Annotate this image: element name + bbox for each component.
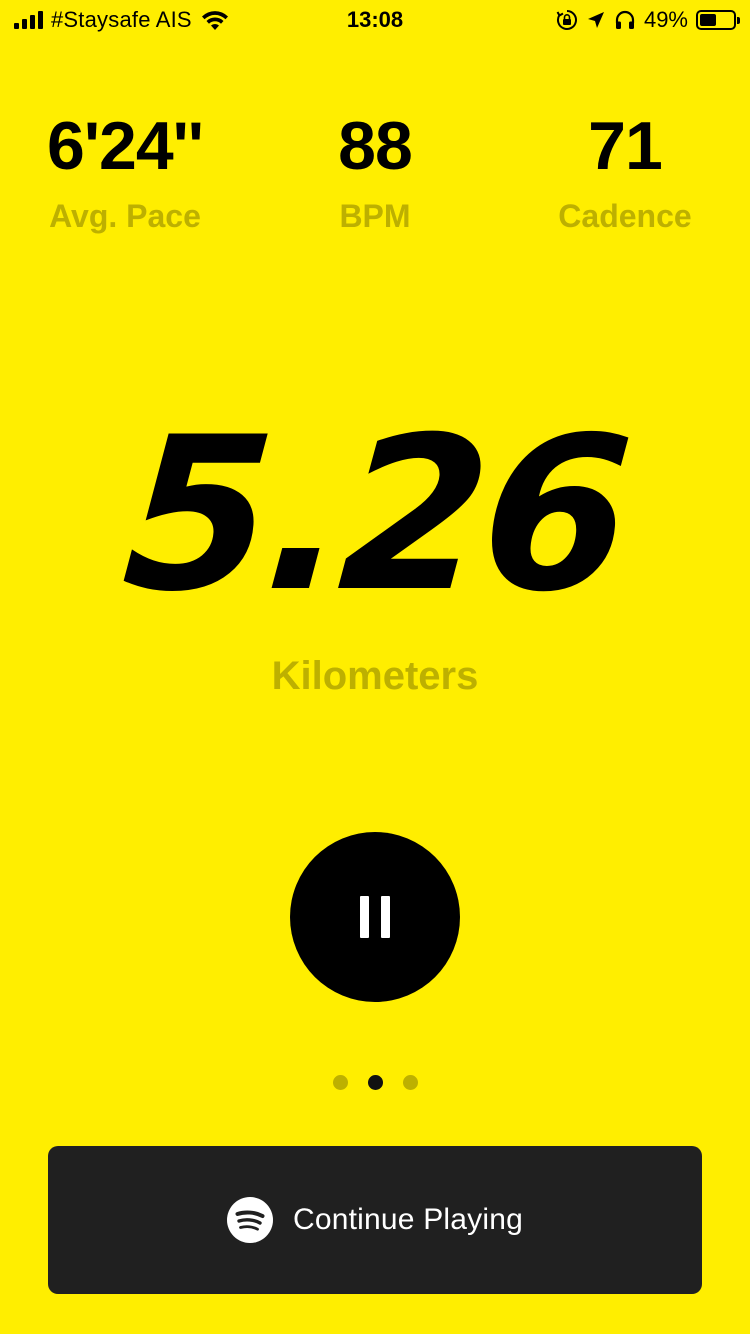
bpm-label: BPM — [339, 198, 411, 234]
status-right: 49% — [556, 6, 740, 34]
orientation-lock-icon — [556, 10, 577, 30]
pause-icon — [360, 896, 390, 938]
page-indicator[interactable] — [0, 1075, 750, 1090]
spotify-icon — [226, 1197, 273, 1243]
headphones-icon — [615, 10, 635, 29]
battery-percent: 49% — [643, 7, 688, 32]
continue-playing-button[interactable]: Continue Playing — [48, 1146, 702, 1294]
continue-playing-label: Continue Playing — [292, 1203, 524, 1236]
bpm-value: 88 — [338, 108, 413, 184]
battery-fill — [700, 14, 716, 26]
avg-pace-value: 6'24'' — [47, 108, 204, 184]
stat-cadence: 71 Cadence — [500, 104, 750, 236]
cadence-value: 71 — [588, 108, 663, 184]
page-dot[interactable] — [402, 1075, 418, 1090]
distance-value: 5.26 — [116, 391, 634, 638]
distance-unit: Kilometers — [271, 654, 479, 698]
page-dot[interactable] — [332, 1075, 348, 1090]
location-arrow-icon — [587, 12, 604, 28]
status-bar: #Staysafe AIS 13:08 49% — [0, 0, 750, 40]
stat-avg-pace: 6'24'' Avg. Pace — [0, 104, 250, 236]
cadence-label: Cadence — [558, 198, 692, 234]
avg-pace-label: Avg. Pace — [49, 198, 201, 234]
pause-button[interactable] — [290, 832, 460, 1002]
battery-icon — [696, 10, 740, 30]
stat-bpm: 88 BPM — [250, 104, 500, 236]
page-dot[interactable] — [367, 1075, 383, 1090]
